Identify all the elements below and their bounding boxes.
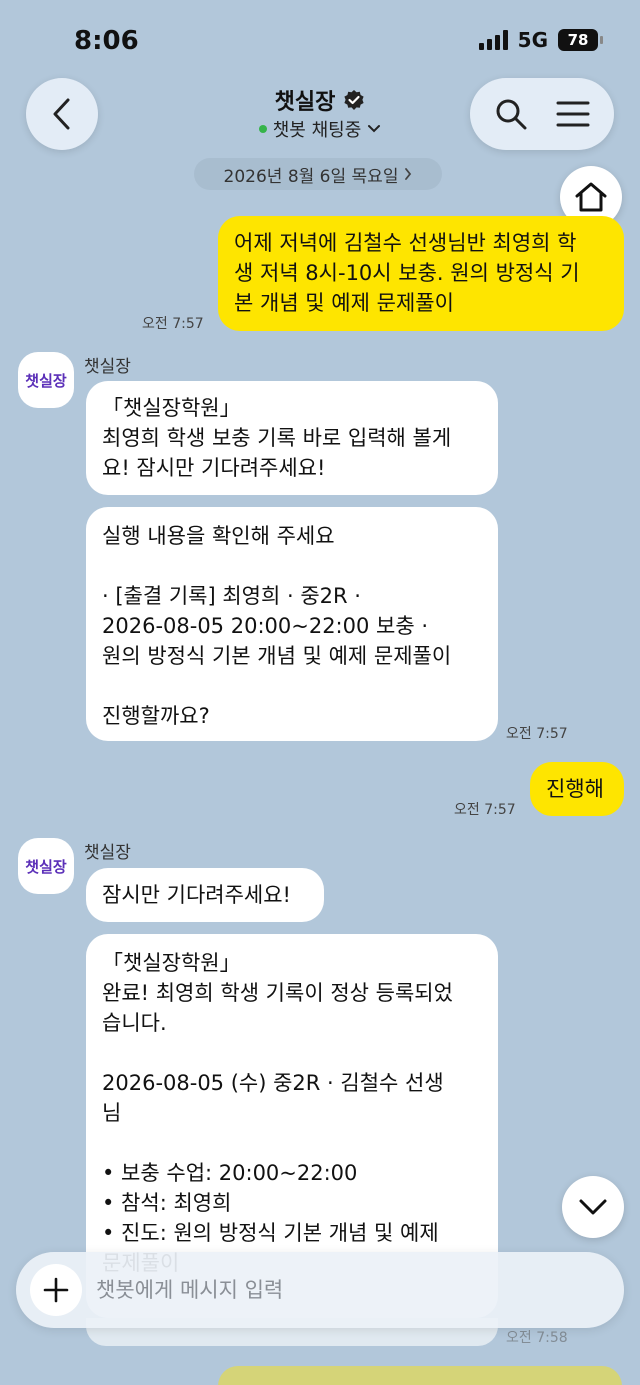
user-message-bubble[interactable]: 진행해 xyxy=(530,762,624,816)
chevron-right-icon xyxy=(405,168,412,180)
status-indicators: 5G 78 xyxy=(478,28,603,52)
chat-title-text: 챗실장 xyxy=(274,90,336,115)
user-message-bubble[interactable]: 어제 저녁에 김철수 선생님반 최영희 학 생 저녁 8시-10시 보충. 원의… xyxy=(218,216,624,331)
message-time: 오전 7:57 xyxy=(142,316,204,332)
sender-name: 챗실장 xyxy=(84,843,131,863)
online-dot xyxy=(258,125,267,133)
bot-confirm-bubble[interactable]: 실행 내용을 확인해 주세요 · [출결 기록] 최영희 · 중2R · 202… xyxy=(86,507,498,741)
signal-icon xyxy=(478,30,508,50)
bot-avatar[interactable]: 챗실장 xyxy=(18,838,74,894)
bot-message-bubble[interactable]: 「챗실장학원」 최영희 학생 보충 기록 바로 입력해 볼게 요! 잠시만 기다… xyxy=(86,381,498,495)
battery-icon: 78 xyxy=(558,29,603,51)
header-actions xyxy=(470,78,614,150)
bot-avatar[interactable]: 챗실장 xyxy=(18,352,74,408)
chevron-down-icon xyxy=(579,1199,607,1215)
message-time: 오전 7:58 xyxy=(506,1330,568,1346)
search-icon[interactable] xyxy=(494,97,528,131)
message-time: 오전 7:57 xyxy=(454,802,516,818)
chat-status-text: 챗봇 채팅중 xyxy=(272,120,362,141)
avatar-label: 챗실장 xyxy=(25,371,67,390)
menu-icon[interactable] xyxy=(556,100,590,128)
plus-icon xyxy=(43,1277,69,1303)
status-time: 8:06 xyxy=(74,26,139,56)
battery-level: 78 xyxy=(567,31,589,49)
network-label: 5G xyxy=(517,28,548,52)
home-icon xyxy=(575,182,607,212)
scroll-to-bottom-button[interactable] xyxy=(562,1176,624,1238)
chevron-down-icon xyxy=(368,125,381,133)
message-composer xyxy=(16,1252,624,1328)
next-user-bubble-partial xyxy=(218,1366,622,1385)
message-time: 오전 7:57 xyxy=(506,726,568,742)
sender-name: 챗실장 xyxy=(84,357,131,377)
date-divider-text: 2026년 8월 6일 목요일 xyxy=(223,166,399,187)
avatar-label: 챗실장 xyxy=(25,857,67,876)
bot-message-bubble[interactable]: 잠시만 기다려주세요! xyxy=(86,868,324,922)
message-input[interactable] xyxy=(96,1270,596,1310)
date-divider[interactable]: 2026년 8월 6일 목요일 xyxy=(194,158,442,190)
verified-badge-icon xyxy=(344,90,364,110)
attach-button[interactable] xyxy=(30,1264,82,1316)
